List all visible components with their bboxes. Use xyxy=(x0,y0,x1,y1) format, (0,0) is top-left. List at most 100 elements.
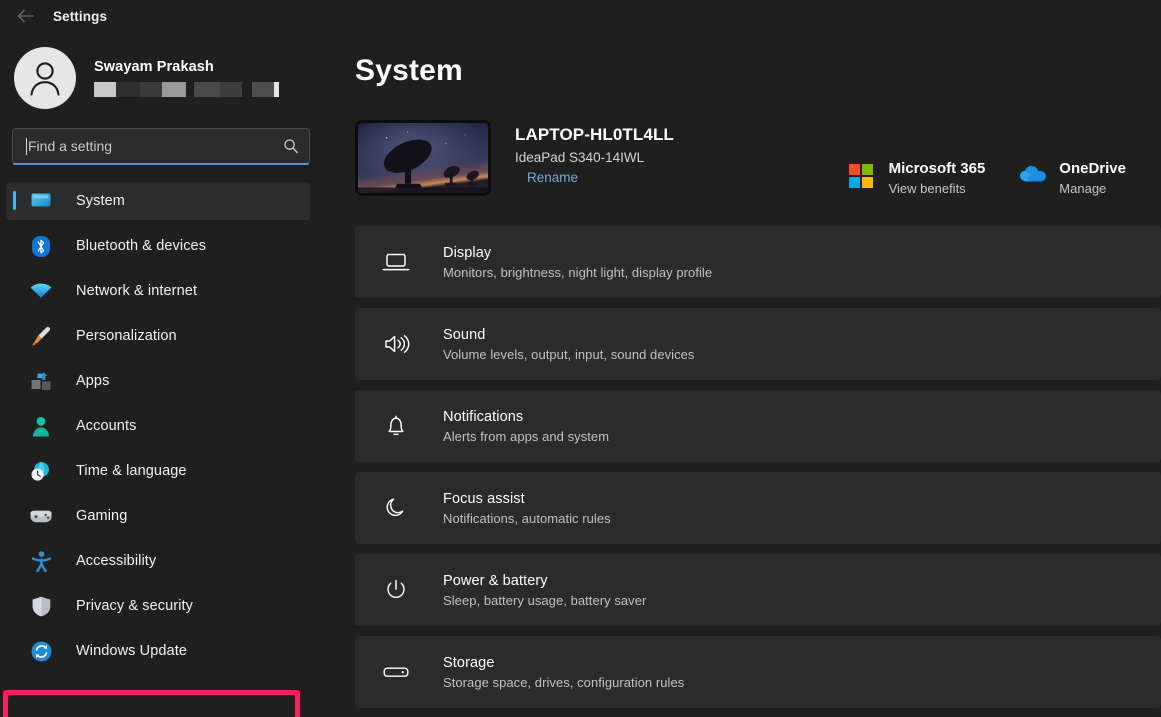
settings-row-title: Notifications xyxy=(443,409,609,425)
settings-row-subtitle: Volume levels, output, input, sound devi… xyxy=(443,347,694,362)
display-monitor-icon xyxy=(381,247,411,277)
rename-link[interactable]: Rename xyxy=(527,170,578,185)
sidebar-item-label: Network & internet xyxy=(76,283,197,299)
settings-row-text: Sound Volume levels, output, input, sound… xyxy=(443,327,694,362)
windows-update-highlight-box xyxy=(3,690,300,717)
title-bar: Settings xyxy=(0,0,1161,32)
redaction-block xyxy=(186,82,194,97)
sidebar-item-privacy-security[interactable]: Privacy & security xyxy=(6,587,310,625)
microsoft-365-block[interactable]: Microsoft 365 View benefits xyxy=(849,160,986,196)
services-row: Microsoft 365 View benefits OneDrive Man… xyxy=(849,160,1126,196)
gamepad-icon xyxy=(30,505,52,527)
sidebar-item-personalization[interactable]: Personalization xyxy=(6,317,310,355)
search-icon[interactable] xyxy=(283,138,299,154)
settings-row-storage[interactable]: Storage Storage space, drives, configurat… xyxy=(355,636,1161,708)
accessibility-person-icon xyxy=(30,550,52,572)
redaction-block xyxy=(140,82,162,97)
onedrive-cloud-icon xyxy=(1019,164,1047,192)
device-meta: LAPTOP-HL0TL4LL IdeaPad S340-14IWL Renam… xyxy=(515,120,674,185)
settings-row-title: Display xyxy=(443,245,712,261)
apps-icon xyxy=(30,370,52,392)
settings-row-text: Power & battery Sleep, battery usage, bat… xyxy=(443,573,646,608)
service-subtitle[interactable]: View benefits xyxy=(889,181,986,196)
page-title: System xyxy=(355,54,1161,88)
microsoft-365-text: Microsoft 365 View benefits xyxy=(889,160,986,196)
harddrive-storage-icon xyxy=(381,657,411,687)
settings-row-sound[interactable]: Sound Volume levels, output, input, sound… xyxy=(355,308,1161,380)
sidebar-item-apps[interactable]: Apps xyxy=(6,362,310,400)
sidebar-item-time-language[interactable]: Time & language xyxy=(6,452,310,490)
window-body: Swayam Prakash Find a setting xyxy=(0,32,1161,717)
speaker-sound-icon xyxy=(381,329,411,359)
redaction-block xyxy=(116,82,140,97)
redaction-block xyxy=(242,82,252,97)
settings-row-title: Focus assist xyxy=(443,491,611,507)
settings-row-power-battery[interactable]: Power & battery Sleep, battery usage, bat… xyxy=(355,554,1161,626)
service-title: OneDrive xyxy=(1059,160,1126,177)
settings-row-subtitle: Storage space, drives, configuration rul… xyxy=(443,675,684,690)
settings-row-text: Notifications Alerts from apps and system xyxy=(443,409,609,444)
settings-row-subtitle: Sleep, battery usage, battery saver xyxy=(443,593,646,608)
search-focus-underline xyxy=(13,163,309,165)
sidebar-item-label: Accessibility xyxy=(76,553,156,569)
sidebar-item-accessibility[interactable]: Accessibility xyxy=(6,542,310,580)
settings-row-display[interactable]: DisplayMonitors, brightness, night light… xyxy=(355,226,1161,298)
account-person-icon xyxy=(30,415,52,437)
sidebar-item-system[interactable]: System xyxy=(6,182,310,220)
account-name: Swayam Prakash xyxy=(94,59,279,75)
redaction-block xyxy=(194,82,220,97)
redaction-block xyxy=(274,82,279,97)
settings-row-text: Storage Storage space, drives, configurat… xyxy=(443,655,684,690)
account-info: Swayam Prakash xyxy=(94,59,279,97)
account-email-redacted xyxy=(94,82,279,97)
sidebar-item-network-internet[interactable]: Network & internet xyxy=(6,272,310,310)
back-arrow-icon[interactable] xyxy=(10,2,40,30)
sidebar-item-label: Personalization xyxy=(76,328,177,344)
search-container: Find a setting xyxy=(12,128,310,164)
onedrive-block[interactable]: OneDrive Manage xyxy=(1019,160,1126,196)
redaction-block xyxy=(94,82,116,97)
sidebar-item-label: Time & language xyxy=(76,463,187,479)
bluetooth-icon xyxy=(30,235,52,257)
service-title: Microsoft 365 xyxy=(889,160,986,177)
sidebar-item-bluetooth-devices[interactable]: Bluetooth & devices xyxy=(6,227,310,265)
device-model: IdeaPad S340-14IWL xyxy=(515,150,674,165)
sidebar-item-accounts[interactable]: Accounts xyxy=(6,407,310,445)
sidebar-item-label: Windows Update xyxy=(76,643,187,659)
account-block[interactable]: Swayam Prakash xyxy=(0,32,330,108)
sidebar-item-label: Gaming xyxy=(76,508,127,524)
refresh-sync-icon xyxy=(30,640,52,662)
service-subtitle[interactable]: Manage xyxy=(1059,181,1126,196)
selection-accent-bar xyxy=(13,191,16,210)
settings-row-title: Sound xyxy=(443,327,694,343)
sidebar: Swayam Prakash Find a setting xyxy=(0,32,330,717)
monitor-icon xyxy=(30,190,52,212)
bell-notification-icon xyxy=(381,411,411,441)
window-title: Settings xyxy=(53,9,107,24)
satellite-dish-wallpaper xyxy=(355,120,491,196)
main-content: System xyxy=(330,32,1161,717)
settings-list: DisplayMonitors, brightness, night light… xyxy=(355,226,1161,708)
sidebar-item-label: Accounts xyxy=(76,418,136,434)
settings-row-notifications[interactable]: Notifications Alerts from apps and system xyxy=(355,390,1161,462)
settings-row-text: DisplayMonitors, brightness, night light… xyxy=(443,245,712,280)
sidebar-item-gaming[interactable]: Gaming xyxy=(6,497,310,535)
sidebar-nav: System Bluetooth & devices Network & inter… xyxy=(0,182,330,670)
sidebar-item-label: Privacy & security xyxy=(76,598,193,614)
shield-icon xyxy=(30,595,52,617)
settings-row-focus-assist[interactable]: Focus assist Notifications, automatic rul… xyxy=(355,472,1161,544)
redaction-block xyxy=(220,82,242,97)
wifi-icon xyxy=(30,280,52,302)
settings-row-subtitle: Notifications, automatic rules xyxy=(443,511,611,526)
user-avatar-icon xyxy=(14,47,76,109)
paintbrush-icon xyxy=(30,325,52,347)
onedrive-text: OneDrive Manage xyxy=(1059,160,1126,196)
sidebar-item-label: System xyxy=(76,193,125,209)
search-input[interactable]: Find a setting xyxy=(12,128,310,164)
settings-row-subtitle: Alerts from apps and system xyxy=(443,429,609,444)
microsoft-logo-icon xyxy=(849,164,877,192)
sidebar-item-label: Apps xyxy=(76,373,109,389)
sidebar-item-windows-update[interactable]: Windows Update xyxy=(6,632,310,670)
settings-row-title: Storage xyxy=(443,655,684,671)
settings-row-title: Power & battery xyxy=(443,573,646,589)
